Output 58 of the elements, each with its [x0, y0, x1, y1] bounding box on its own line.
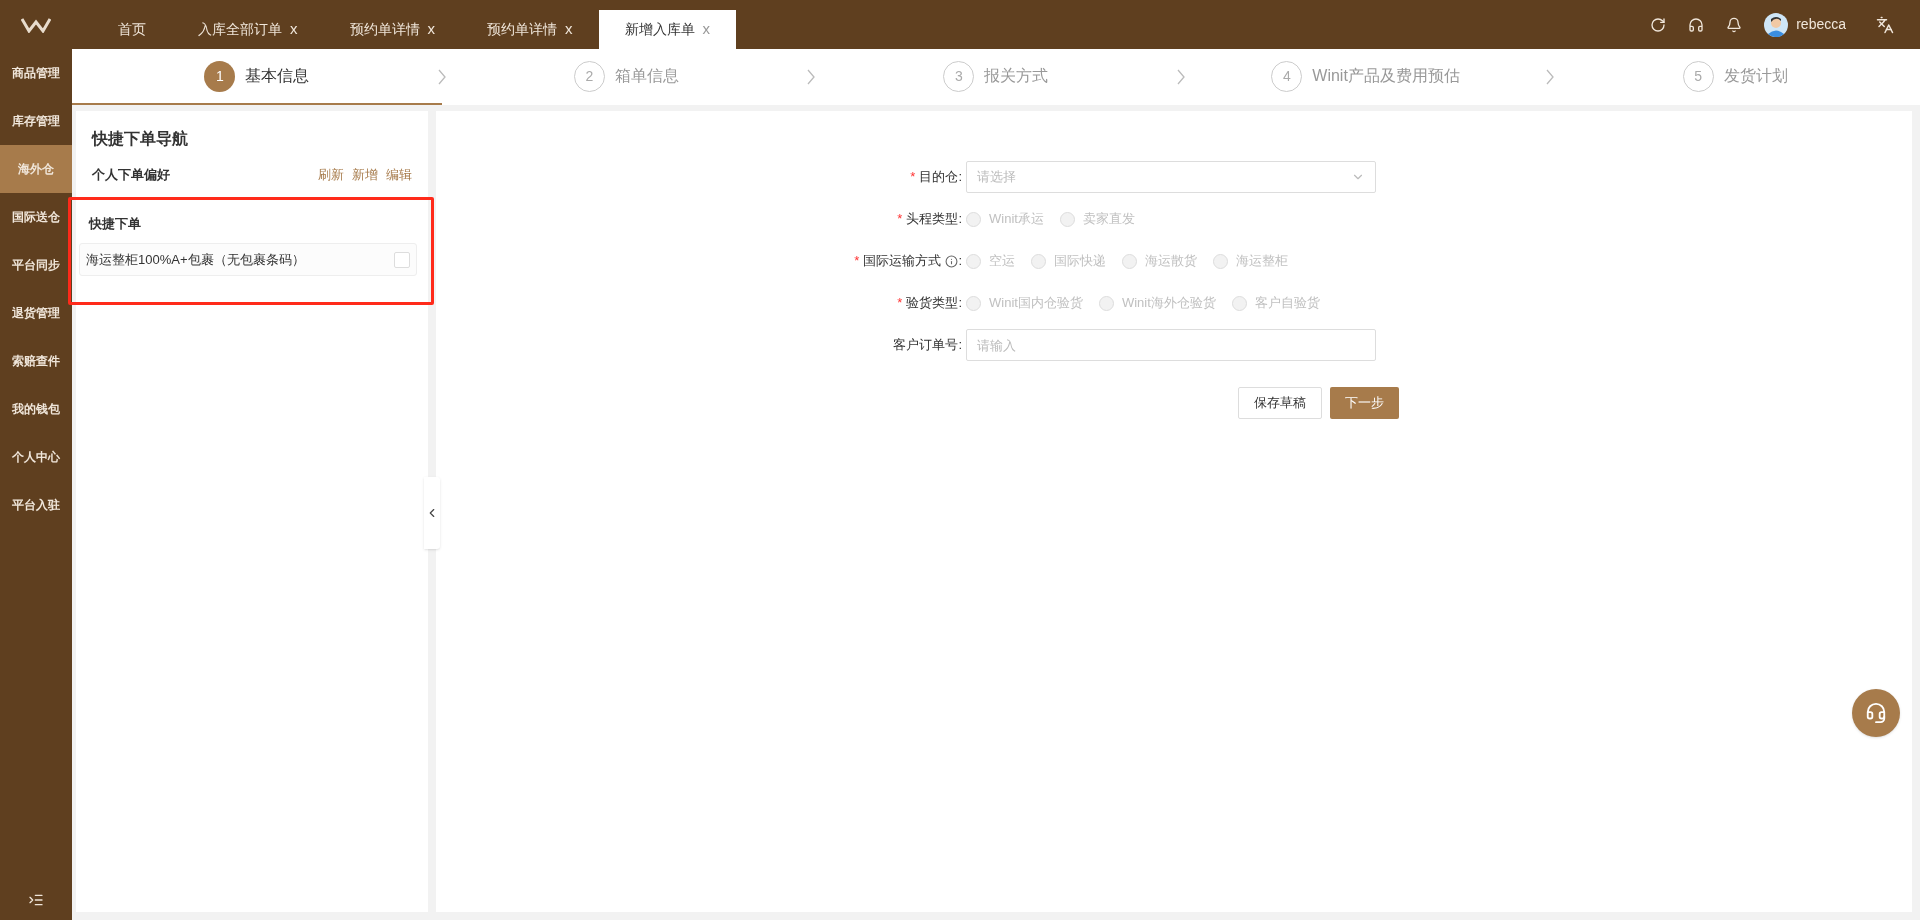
sidebar-item[interactable]: 个人中心 — [0, 433, 72, 481]
field-label: 国际运输方式 — [863, 252, 942, 271]
avatar-icon[interactable] — [1764, 12, 1789, 37]
bell-icon[interactable] — [1726, 16, 1743, 33]
section-title: 个人下单偏好 — [92, 166, 170, 184]
step: 4 Winit产品及费用预估 — [1180, 49, 1551, 105]
headset-icon — [1865, 702, 1887, 724]
chevron-right-icon — [1546, 69, 1555, 85]
action-link[interactable]: 编辑 — [386, 165, 412, 185]
page-tab[interactable]: 首页 — [92, 10, 172, 49]
label-colon: : — [958, 210, 962, 229]
quick-order-item[interactable]: 海运整柜100%A+包裹（无包裹条码） — [79, 243, 417, 276]
sidebar-item[interactable]: 索赔查件 — [0, 337, 72, 385]
action-link[interactable]: 刷新 — [318, 165, 344, 185]
input-field[interactable]: 请输入 — [966, 329, 1376, 361]
chevron-right-icon — [437, 69, 446, 85]
required-mark: * — [854, 252, 860, 271]
sidebar-item[interactable]: 平台入驻 — [0, 481, 72, 529]
close-icon[interactable]: x — [290, 18, 298, 41]
checkbox[interactable] — [394, 251, 410, 268]
panel-title: 快捷下单导航 — [90, 129, 189, 149]
chevron-right-icon — [807, 69, 816, 85]
page-tab[interactable]: 预约单详情 x — [461, 10, 599, 49]
sidebar-item[interactable]: 我的钱包 — [0, 385, 72, 433]
action-link[interactable]: 新增 — [352, 165, 378, 185]
refresh-icon[interactable] — [1650, 16, 1667, 33]
page-tab[interactable]: 预约单详情 x — [323, 10, 461, 49]
label-colon: : — [958, 294, 962, 313]
required-mark: * — [897, 210, 903, 229]
close-icon[interactable]: x — [565, 18, 573, 41]
sidebar-item[interactable]: 平台同步 — [0, 241, 72, 289]
close-icon[interactable]: x — [427, 18, 435, 41]
step: 5 发货计划 — [1550, 49, 1920, 105]
required-mark: * — [910, 168, 916, 187]
save-draft-button[interactable]: 保存草稿 — [1238, 387, 1322, 419]
user-name[interactable]: rebecca — [1796, 14, 1846, 35]
page-tab[interactable]: 入库全部订单 x — [172, 10, 324, 49]
expand-menu-icon[interactable] — [28, 892, 44, 908]
collapse-handle[interactable] — [424, 477, 440, 549]
page-tab[interactable]: 新增入库单 x — [598, 10, 736, 49]
section-title: 快捷下单 — [87, 214, 142, 233]
step: 2 箱单信息 — [441, 49, 812, 105]
logo-icon — [21, 16, 51, 33]
language-icon[interactable] — [1876, 15, 1894, 34]
sidebar-item[interactable]: 商品管理 — [0, 49, 72, 97]
required-mark: * — [897, 294, 903, 313]
field-label: 目的仓 — [919, 168, 959, 187]
step: 1 基本信息 — [72, 49, 442, 105]
label-colon: : — [958, 336, 962, 355]
sidebar-item[interactable]: 退货管理 — [0, 289, 72, 337]
label-colon: : — [958, 252, 962, 271]
sidebar-item[interactable]: 库存管理 — [0, 97, 72, 145]
step: 3 报关方式 — [811, 49, 1181, 105]
label-colon: : — [958, 168, 962, 187]
sidebar-item[interactable]: 国际送仓 — [0, 193, 72, 241]
chevron-right-icon — [1176, 69, 1185, 85]
next-button[interactable]: 下一步 — [1330, 387, 1399, 419]
headphones-icon[interactable] — [1688, 16, 1705, 33]
